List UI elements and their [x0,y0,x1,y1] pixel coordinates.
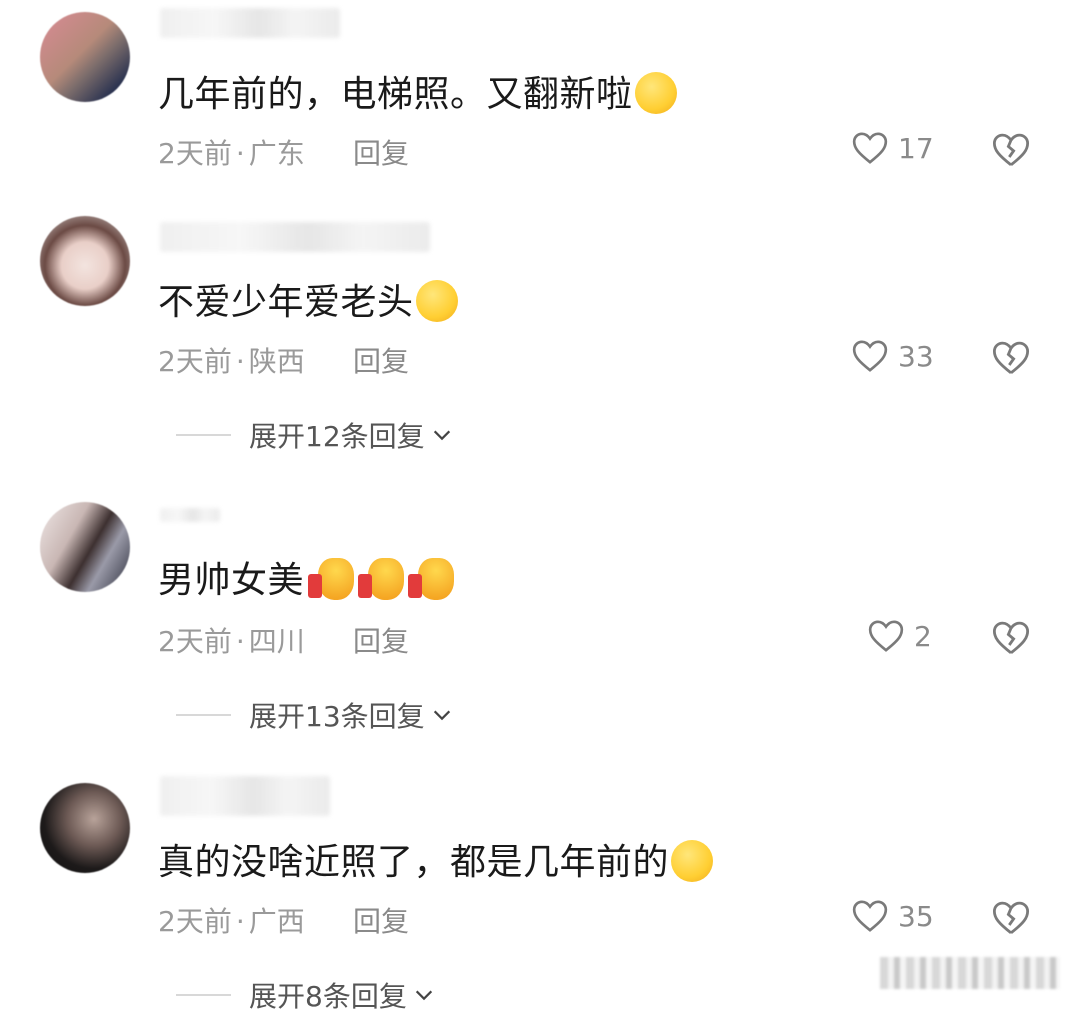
chevron-down-icon [433,430,450,441]
comment-time: 2天前 [158,137,232,170]
comment-text: 几年前的，电梯照。又翻新啦 [158,72,677,117]
avatar[interactable] [40,783,130,873]
reply-button[interactable]: 回复 [353,132,409,172]
username[interactable] [160,508,220,522]
comment-location: 四川 [248,625,305,658]
facepalm-face-icon [671,840,714,882]
username[interactable] [160,8,340,38]
broken-heart-icon[interactable] [990,129,1032,171]
reply-button[interactable]: 回复 [353,620,409,660]
expand-divider [176,434,231,436]
thumbs-up-icon [408,558,455,600]
heart-icon [852,132,888,164]
thumbs-up-icon [358,558,405,600]
comment-meta: 2天前 · 四川 [158,620,305,660]
comment-text: 真的没啥近照了，都是几年前的 [158,840,714,885]
meta-separator: · [235,905,245,938]
expand-replies-label: 展开8条回复 [249,980,407,1013]
avatar[interactable] [40,12,130,102]
reply-button[interactable]: 回复 [353,340,409,380]
expand-replies-button[interactable]: 展开8条回复 [176,975,435,1015]
broken-heart-icon[interactable] [990,337,1032,379]
expand-replies-label: 展开13条回复 [249,700,425,733]
comment-time: 2天前 [158,905,232,938]
meta-separator: · [235,137,245,170]
broken-heart-icon[interactable] [990,897,1032,939]
heart-icon [852,900,888,932]
expand-divider [176,994,231,996]
like-button[interactable]: 35 [850,896,934,936]
expand-divider [176,714,231,716]
comment-time: 2天前 [158,625,232,658]
comment-text-content: 不爱少年爱老头 [158,282,414,323]
chevron-down-icon [433,710,450,721]
reply-button[interactable]: 回复 [353,900,409,940]
username[interactable] [160,222,430,252]
meta-separator: · [235,345,245,378]
comment-time: 2天前 [158,345,232,378]
like-count: 2 [914,619,932,653]
chevron-down-icon [415,990,432,1001]
laughing-tears-face-icon [415,280,458,322]
thumbs-up-icon [308,558,355,600]
avatar[interactable] [40,216,130,306]
heart-icon [868,620,904,652]
comment-location: 广西 [248,905,305,938]
heart-icon [852,340,888,372]
like-button[interactable]: 33 [850,336,934,376]
expand-replies-button[interactable]: 展开13条回复 [176,695,453,735]
expand-replies-button[interactable]: 展开12条回复 [176,415,453,455]
like-count: 35 [898,899,934,933]
comment-location: 陕西 [248,345,305,378]
broken-heart-icon[interactable] [990,617,1032,659]
like-count: 17 [898,131,934,165]
comment-text-content: 男帅女美 [158,560,305,601]
comment-meta: 2天前 · 广西 [158,900,305,940]
comment-text: 不爱少年爱老头 [158,280,458,325]
comment-meta: 2天前 · 陕西 [158,340,305,380]
comment-text-content: 真的没啥近照了，都是几年前的 [158,842,670,883]
smirk-face-icon [634,72,677,114]
meta-separator: · [235,625,245,658]
avatar[interactable] [40,502,130,592]
comment-text: 男帅女美 [158,558,455,603]
comment-location: 广东 [248,137,305,170]
like-button[interactable]: 2 [866,616,932,656]
comment-meta: 2天前 · 广东 [158,132,305,172]
expand-replies-label: 展开12条回复 [249,420,425,453]
username[interactable] [160,776,330,816]
blurred-watermark [880,957,1060,989]
like-button[interactable]: 17 [850,128,934,168]
comment-text-content: 几年前的，电梯照。又翻新啦 [158,74,633,115]
like-count: 33 [898,339,934,373]
